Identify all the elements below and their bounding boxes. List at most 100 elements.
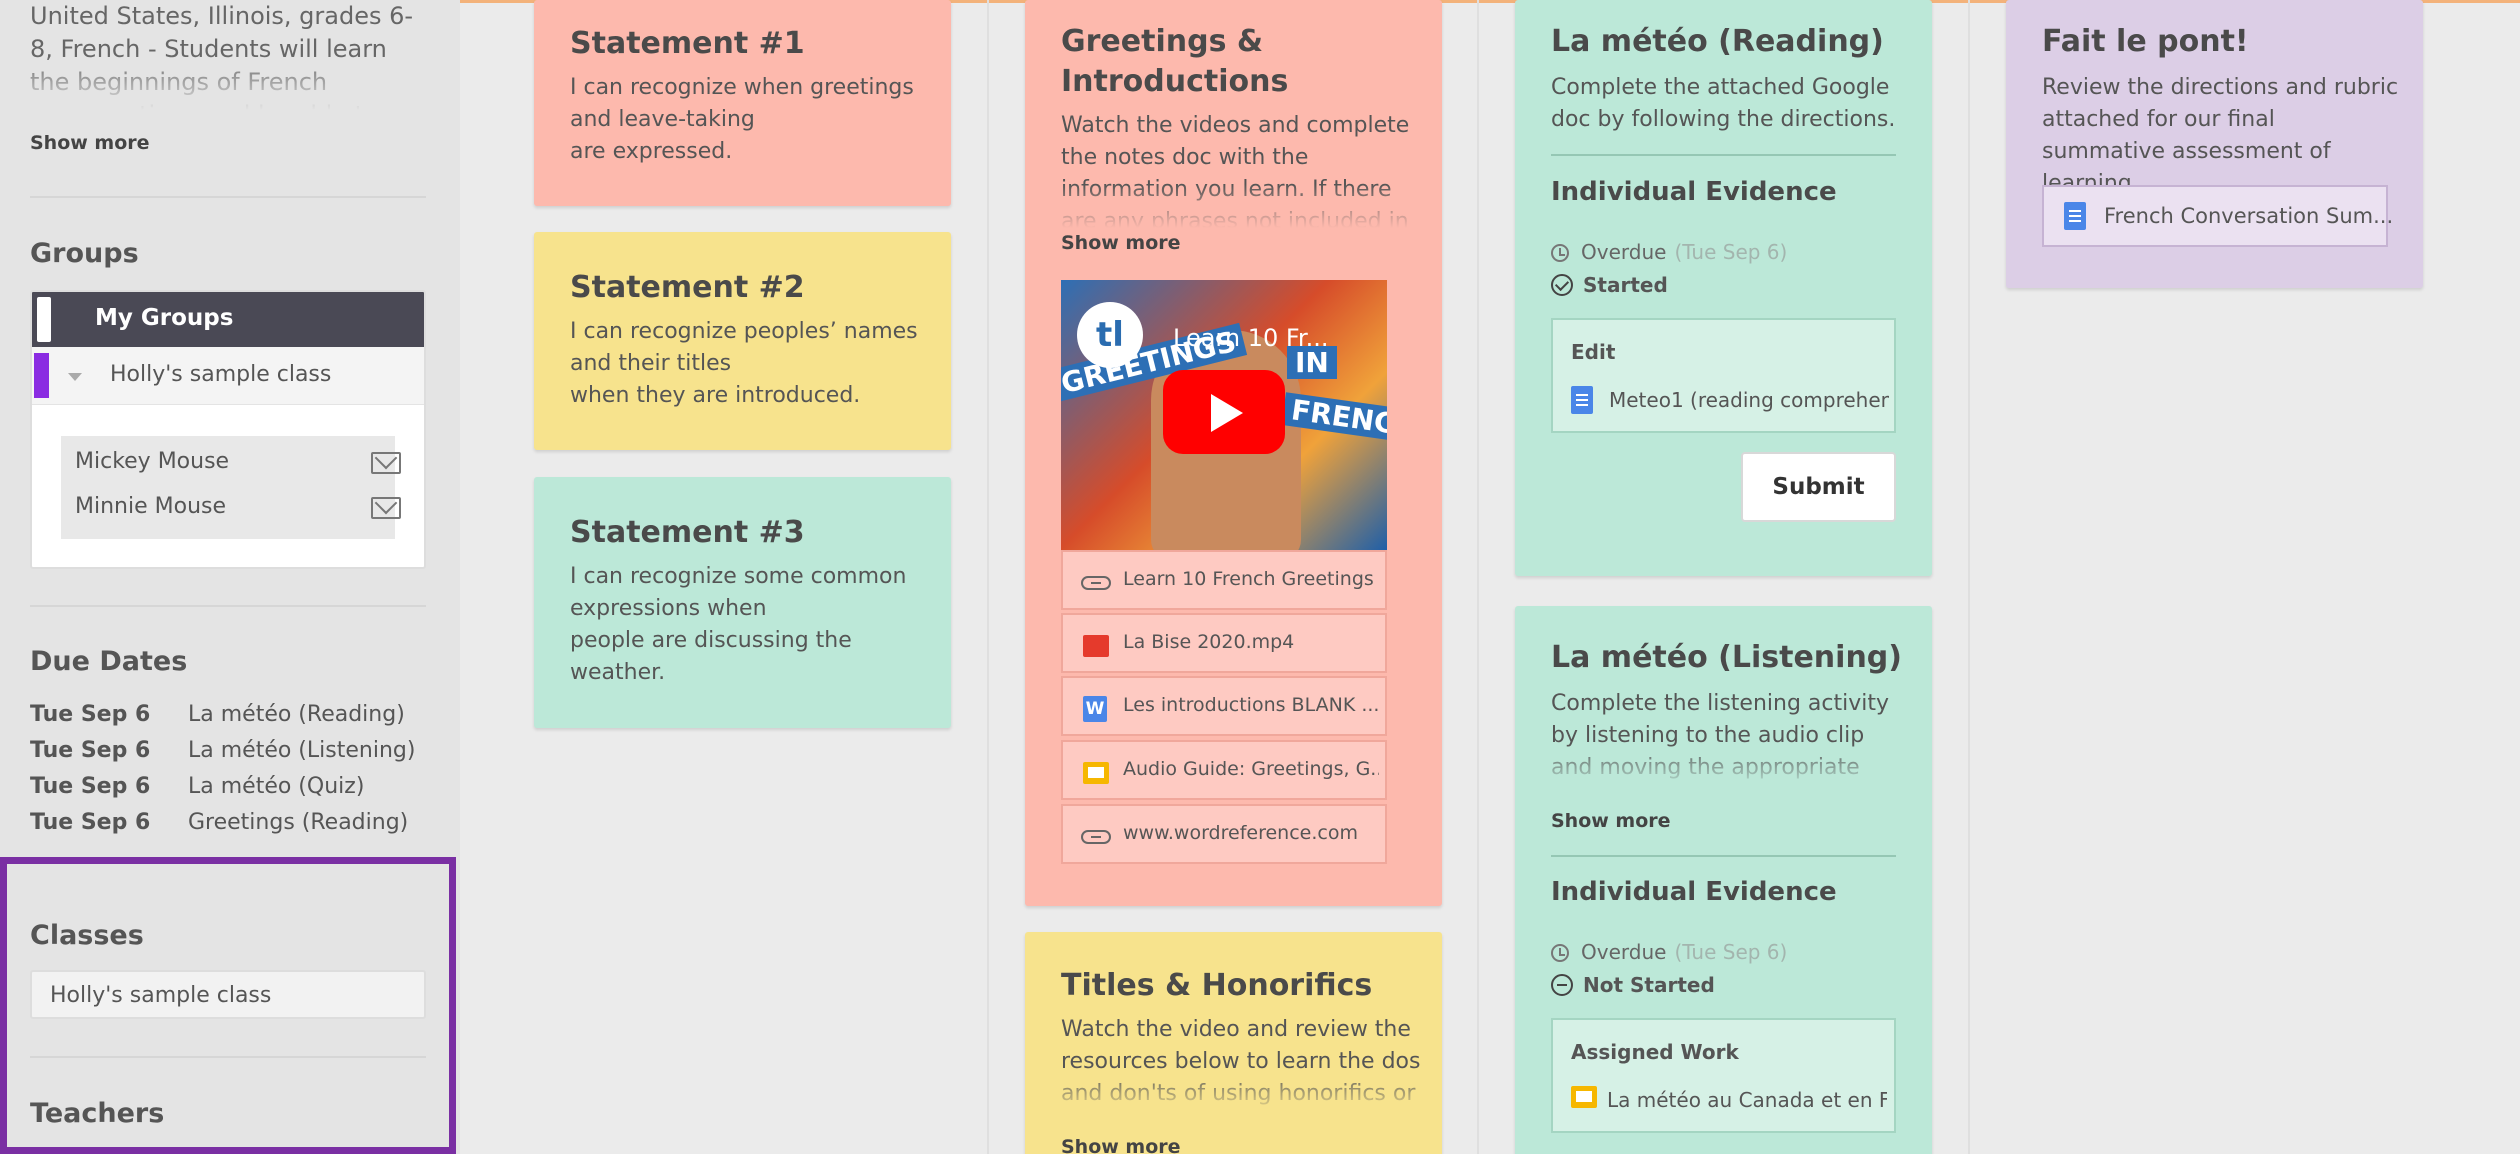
slides-icon xyxy=(1571,1086,1597,1108)
due-title: La météo (Reading) xyxy=(188,702,405,727)
sidebar: United States, Illinois, grades 6-8, Fre… xyxy=(0,0,460,1154)
highlight-box xyxy=(0,857,456,1154)
statement-card[interactable]: Statement #1 I can recognize when greeti… xyxy=(534,0,951,206)
my-groups-label: My Groups xyxy=(95,305,234,331)
column-divider xyxy=(1477,0,1479,1154)
my-groups-header[interactable]: My Groups xyxy=(32,292,424,347)
card-title: Fait le pont! xyxy=(2042,24,2249,59)
video-file-icon xyxy=(1083,635,1109,657)
word-doc-icon: W xyxy=(1083,696,1107,722)
due-date: (Tue Sep 6) xyxy=(1674,940,1788,964)
clock-icon xyxy=(1551,944,1569,962)
assigned-work-title: Assigned Work xyxy=(1571,1040,1739,1064)
edit-box-title: Edit xyxy=(1571,340,1616,364)
chevron-down-icon[interactable] xyxy=(68,373,82,381)
due-date-row[interactable]: Tue Sep 6 La météo (Reading) xyxy=(30,702,405,727)
clock-icon xyxy=(1551,244,1569,262)
card-title: La météo (Reading) xyxy=(1551,24,1884,59)
youtube-video[interactable]: GREETINGS IN FRENCH tl Learn 10 Fr... xyxy=(1061,280,1387,560)
card-text: Review the directions and rubric attache… xyxy=(2042,75,2399,196)
divider xyxy=(30,196,426,198)
card-title: Statement #2 xyxy=(570,270,805,305)
attachment-label: La Bise 2020.mp4 xyxy=(1123,631,1295,653)
link-icon xyxy=(1081,576,1111,590)
due-date: Tue Sep 6 xyxy=(30,810,151,835)
card-text: I can recognize peoples’ names and their… xyxy=(570,319,918,408)
due-title: La météo (Listening) xyxy=(188,738,416,763)
not-started-icon xyxy=(1551,974,1573,996)
divider xyxy=(30,605,426,607)
attachment-link[interactable]: Learn 10 French Greetings Fo... xyxy=(1061,550,1387,610)
assigned-work-box: Assigned Work La météo au Canada et en F… xyxy=(1551,1018,1896,1133)
resource-attachment[interactable]: French Conversation Sum... xyxy=(2042,185,2393,247)
file-link[interactable]: Meteo1 (reading comprehension) xyxy=(1609,388,1889,412)
class-description: United States, Illinois, grades 6-8, Fre… xyxy=(30,0,426,110)
member-name: Minnie Mouse xyxy=(75,494,227,519)
attachment-label: Les introductions BLANK ... xyxy=(1123,694,1379,716)
mail-icon[interactable] xyxy=(371,452,401,474)
due-dates-heading: Due Dates xyxy=(30,646,188,677)
card-title: La météo (Listening) xyxy=(1551,640,1902,675)
statement-card[interactable]: Statement #2 I can recognize peoples’ na… xyxy=(534,232,951,450)
description-show-more-link[interactable]: Show more xyxy=(30,132,150,154)
google-doc-icon xyxy=(1571,386,1593,414)
meteo-listening-card[interactable]: La météo (Listening) Complete the listen… xyxy=(1515,606,1932,1154)
card-text: Complete the listening activity by liste… xyxy=(1551,688,1911,788)
overdue-row: Overdue (Tue Sep 6) xyxy=(1551,940,1787,964)
due-date: Tue Sep 6 xyxy=(30,774,151,799)
mail-icon[interactable] xyxy=(371,497,401,519)
slides-icon xyxy=(1083,762,1109,784)
resource-label: French Conversation Sum... xyxy=(2104,204,2394,228)
due-date-row[interactable]: Tue Sep 6 La météo (Quiz) xyxy=(30,774,364,799)
show-more-link[interactable]: Show more xyxy=(1061,232,1181,254)
column-divider xyxy=(1968,0,1970,1154)
divider xyxy=(1551,855,1896,857)
submit-button[interactable]: Submit xyxy=(1741,452,1896,522)
show-more-link[interactable]: Show more xyxy=(1551,810,1671,832)
play-icon[interactable] xyxy=(1163,370,1285,454)
due-date-row[interactable]: Tue Sep 6 Greetings (Reading) xyxy=(30,810,408,835)
groups-panel: My Groups Holly's sample class Mickey Mo… xyxy=(30,290,426,569)
link-icon xyxy=(1081,830,1111,844)
group-name: Holly's sample class xyxy=(110,362,332,387)
check-circle-icon xyxy=(1551,274,1573,296)
titles-card[interactable]: Titles & Honorifics Watch the video and … xyxy=(1025,932,1442,1154)
due-date: Tue Sep 6 xyxy=(30,702,151,727)
status-label: Started xyxy=(1583,273,1668,297)
attachment-word-doc[interactable]: W Les introductions BLANK ... xyxy=(1061,676,1387,736)
attachment-label: Learn 10 French Greetings Fo... xyxy=(1123,568,1379,590)
meteo-reading-card[interactable]: La météo (Reading) Complete the attached… xyxy=(1515,0,1932,576)
card-title: Greetings & Introductions xyxy=(1061,24,1289,99)
card-text: Complete the attached Google doc by foll… xyxy=(1551,75,1896,132)
groups-heading: Groups xyxy=(30,238,139,269)
fait-le-pont-card[interactable]: Fait le pont! Review the directions and … xyxy=(2006,0,2423,288)
card-text: Watch the video and review the resources… xyxy=(1061,1014,1421,1114)
attachment-label: Audio Guide: Greetings, G... xyxy=(1123,758,1379,780)
attachment-label: www.wordreference.com xyxy=(1123,822,1358,844)
due-date: Tue Sep 6 xyxy=(30,738,151,763)
attachment-video[interactable]: La Bise 2020.mp4 xyxy=(1061,613,1387,673)
card-text: Watch the videos and complete the notes … xyxy=(1061,110,1421,228)
divider xyxy=(1551,154,1896,156)
card-title: Statement #3 xyxy=(570,515,805,550)
attachment-slides[interactable]: Audio Guide: Greetings, G... xyxy=(1061,740,1387,800)
greetings-card[interactable]: Greetings & Introductions Watch the vide… xyxy=(1025,0,1442,906)
due-date-row[interactable]: Tue Sep 6 La météo (Listening) xyxy=(30,738,415,763)
group-row-hollys-class[interactable]: Holly's sample class xyxy=(32,347,424,405)
file-link[interactable]: La météo au Canada et en F... xyxy=(1607,1088,1887,1112)
status-row: Not Started xyxy=(1551,970,1715,997)
google-doc-icon xyxy=(2064,202,2086,230)
due-date: (Tue Sep 6) xyxy=(1674,240,1788,264)
evidence-heading: Individual Evidence xyxy=(1551,177,1837,207)
overdue-label: Overdue xyxy=(1581,240,1667,264)
evidence-heading: Individual Evidence xyxy=(1551,877,1837,907)
group-color-swatch xyxy=(37,297,51,342)
show-more-link[interactable]: Show more xyxy=(1061,1136,1181,1154)
card-title: Titles & Honorifics xyxy=(1061,968,1373,1003)
member-name: Mickey Mouse xyxy=(75,449,230,474)
attachment-link[interactable]: www.wordreference.com xyxy=(1061,804,1387,864)
card-title: Statement #1 xyxy=(570,26,805,61)
column-divider xyxy=(987,0,989,1154)
due-title: La météo (Quiz) xyxy=(188,774,365,799)
statement-card[interactable]: Statement #3 I can recognize some common… xyxy=(534,477,951,728)
